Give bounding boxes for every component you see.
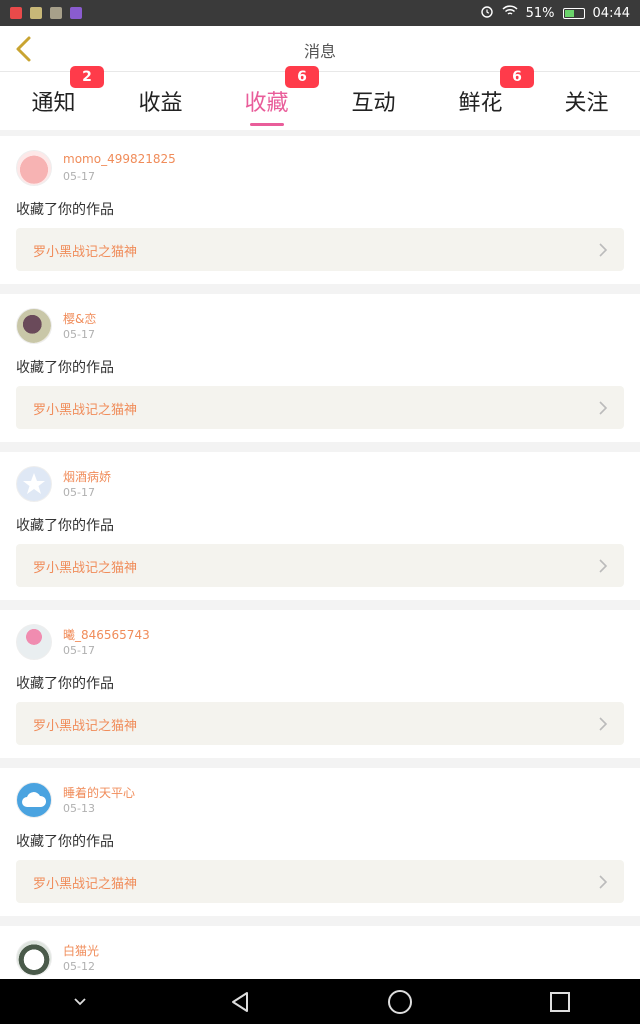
tab-earnings[interactable]: 收益 <box>107 72 214 130</box>
battery-percent: 51% <box>525 5 555 21</box>
alarm-icon <box>480 4 494 22</box>
list-item: 睡着的天平心 05-13 收藏了你的作品 罗小黑战记之猫神 <box>0 768 640 916</box>
chevron-right-icon <box>599 717 608 731</box>
recents-nav-button[interactable] <box>530 982 590 1022</box>
tab-label: 关注 <box>564 91 609 116</box>
avatar[interactable] <box>16 624 52 660</box>
timestamp: 05-17 <box>63 644 95 657</box>
wifi-icon <box>502 5 518 21</box>
tab-label: 鲜花 <box>458 91 503 116</box>
work-link[interactable]: 罗小黑战记之猫神 <box>16 702 624 745</box>
list-item: momo_499821825 05-17 收藏了你的作品 罗小黑战记之猫神 <box>0 136 640 284</box>
work-title: 罗小黑战记之猫神 <box>33 719 138 734</box>
timestamp: 05-12 <box>63 960 95 973</box>
hide-nav-button[interactable] <box>50 982 110 1022</box>
default-avatar-star-icon <box>23 473 45 494</box>
active-tab-indicator <box>249 123 284 126</box>
tab-label: 收藏 <box>244 91 289 116</box>
username[interactable]: 烟酒病娇 <box>63 468 111 485</box>
clock: 04:44 <box>592 5 630 21</box>
username[interactable]: 曦_846565743 <box>63 626 150 643</box>
list-item: 曦_846565743 05-17 收藏了你的作品 罗小黑战记之猫神 <box>0 610 640 758</box>
app-notification-icon <box>30 7 42 19</box>
tab-label: 通知 <box>31 91 76 116</box>
username[interactable]: 睡着的天平心 <box>63 784 135 801</box>
work-link[interactable]: 罗小黑战记之猫神 <box>16 544 624 587</box>
tab-flowers[interactable]: 鲜花 6 <box>427 66 534 130</box>
back-nav-button[interactable] <box>210 982 270 1022</box>
avatar[interactable] <box>16 466 52 502</box>
unread-badge: 6 <box>500 66 534 88</box>
action-text: 收藏了你的作品 <box>16 202 114 218</box>
work-title: 罗小黑战记之猫神 <box>33 561 138 576</box>
tab-label: 收益 <box>138 91 183 116</box>
notification-icons <box>10 7 82 19</box>
avatar[interactable] <box>16 308 52 344</box>
work-title: 罗小黑战记之猫神 <box>33 245 138 260</box>
triangle-back-icon <box>232 991 248 1012</box>
status-bar: 51% 04:44 <box>0 0 640 26</box>
list-item: 白猫光 05-12 <box>0 926 640 979</box>
username[interactable]: momo_499821825 <box>63 152 176 166</box>
timestamp: 05-17 <box>63 170 95 183</box>
page-title: 消息 <box>303 42 336 61</box>
tab-favorites[interactable]: 收藏 6 <box>213 66 320 130</box>
tab-notice[interactable]: 通知 2 <box>0 66 107 130</box>
favorites-feed[interactable]: momo_499821825 05-17 收藏了你的作品 罗小黑战记之猫神 樱&… <box>0 136 640 979</box>
timestamp: 05-17 <box>63 328 95 341</box>
cloud-avatar-icon <box>22 792 47 807</box>
timestamp: 05-17 <box>63 486 95 499</box>
timestamp: 05-13 <box>63 802 95 815</box>
action-text: 收藏了你的作品 <box>16 518 114 534</box>
tab-label: 互动 <box>351 91 396 116</box>
tab-bar: 通知 2 收益 收藏 6 互动 鲜花 6 关注 <box>0 66 640 130</box>
work-link[interactable]: 罗小黑战记之猫神 <box>16 386 624 429</box>
avatar[interactable] <box>16 150 52 186</box>
unread-badge: 2 <box>70 66 104 88</box>
avatar[interactable] <box>16 940 52 976</box>
tab-interaction[interactable]: 互动 <box>320 72 427 130</box>
chevron-down-icon <box>74 997 86 1005</box>
square-recents-icon <box>550 991 570 1012</box>
home-nav-button[interactable] <box>370 982 430 1022</box>
action-text: 收藏了你的作品 <box>16 834 114 850</box>
tab-follow[interactable]: 关注 <box>533 72 640 130</box>
work-link[interactable]: 罗小黑战记之猫神 <box>16 860 624 903</box>
app-notification-icon <box>70 7 82 19</box>
action-text: 收藏了你的作品 <box>16 360 114 376</box>
list-item: 烟酒病娇 05-17 收藏了你的作品 罗小黑战记之猫神 <box>0 452 640 600</box>
username[interactable]: 白猫光 <box>63 942 99 959</box>
app-notification-icon <box>50 7 62 19</box>
chevron-right-icon <box>599 559 608 573</box>
unread-badge: 6 <box>285 66 319 88</box>
chevron-right-icon <box>599 243 608 257</box>
app-notification-icon <box>10 7 22 19</box>
action-text: 收藏了你的作品 <box>16 676 114 692</box>
circle-home-icon <box>388 989 412 1014</box>
work-link[interactable]: 罗小黑战记之猫神 <box>16 228 624 271</box>
battery-icon <box>562 7 585 19</box>
system-nav-bar <box>0 979 640 1024</box>
work-title: 罗小黑战记之猫神 <box>33 403 138 418</box>
list-item: 樱&恋 05-17 收藏了你的作品 罗小黑战记之猫神 <box>0 294 640 442</box>
work-title: 罗小黑战记之猫神 <box>33 877 138 892</box>
system-indicators: 51% 04:44 <box>480 4 630 22</box>
avatar[interactable] <box>16 782 52 818</box>
chevron-right-icon <box>599 401 608 415</box>
username[interactable]: 樱&恋 <box>63 310 96 327</box>
chevron-right-icon <box>599 875 608 889</box>
